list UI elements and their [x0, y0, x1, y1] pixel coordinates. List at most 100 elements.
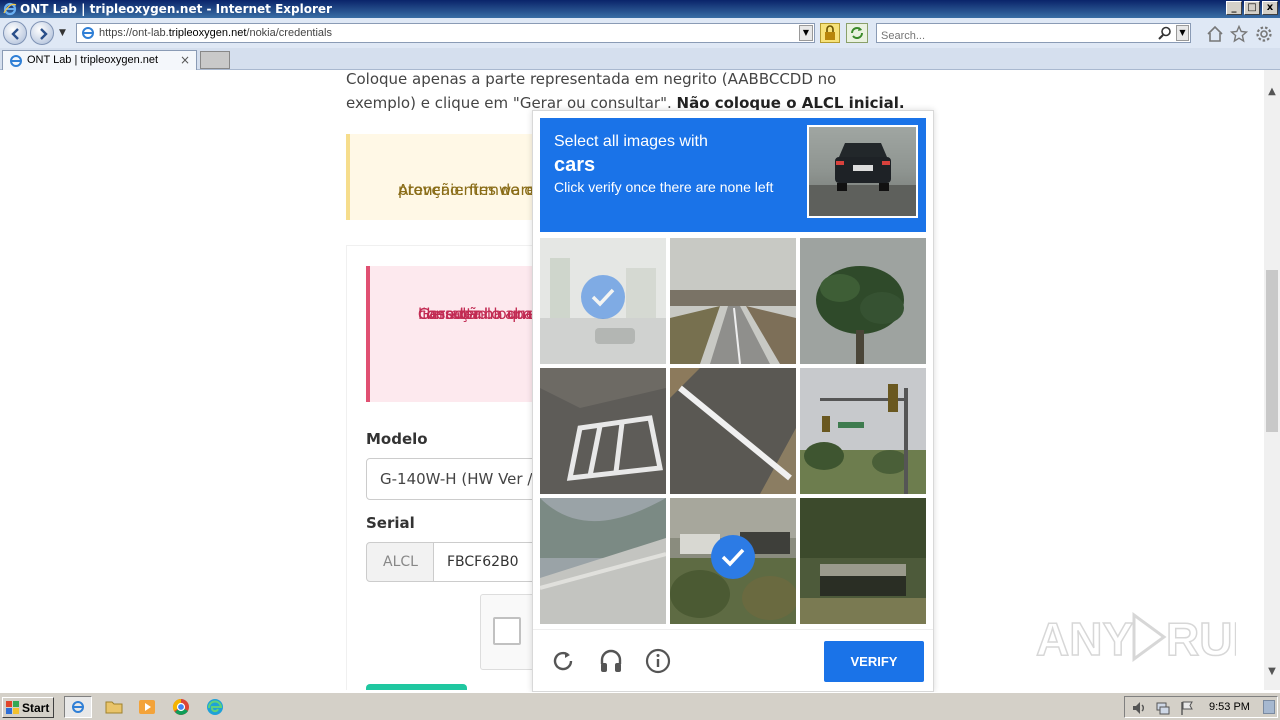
search-provider-dropdown-icon[interactable]: ▼ [1176, 25, 1189, 41]
audio-challenge-icon[interactable] [598, 648, 624, 674]
address-url[interactable]: https://ont-lab.tripleoxygen.net/nokia/c… [99, 27, 332, 39]
tab-ont-lab[interactable]: ONT Lab | tripleoxygen.net × [2, 50, 197, 70]
prompt-instruction: Click verify once there are none left [554, 179, 774, 195]
svg-text:RUN: RUN [1166, 613, 1236, 665]
address-bar[interactable]: https://ont-lab.tripleoxygen.net/nokia/c… [76, 23, 815, 43]
svg-text:ANY: ANY [1036, 613, 1133, 665]
favorites-star-icon[interactable] [1230, 25, 1248, 43]
ie-taskbar-icon [72, 701, 84, 713]
tile-overpass-hedge[interactable] [800, 498, 926, 624]
road-lines-image [670, 368, 796, 494]
media-player-icon[interactable] [137, 698, 157, 716]
maximize-button[interactable]: □ [1244, 1, 1260, 15]
selected-check-icon [711, 535, 755, 579]
search-box[interactable]: ▼ [876, 23, 1191, 45]
refresh-challenge-icon[interactable] [550, 648, 576, 674]
tile-crosswalk[interactable] [540, 368, 666, 494]
tab-ie-icon [10, 55, 22, 67]
url-path: /nokia/credentials [246, 27, 332, 39]
volume-icon[interactable] [1131, 700, 1147, 716]
page-scrollbar[interactable]: ▲ ▼ [1264, 70, 1280, 690]
tab-close-icon[interactable]: × [180, 53, 190, 67]
tile-bridge-structure[interactable] [540, 498, 666, 624]
traffic-light-image [800, 368, 926, 494]
action-center-flag-icon[interactable] [1179, 700, 1195, 716]
palm-tree-image [800, 238, 926, 364]
serial-prefix-text: ALCL [383, 554, 418, 570]
forward-button[interactable] [30, 21, 54, 45]
window-controls: _ □ x [1226, 1, 1278, 15]
network-icon[interactable] [1155, 700, 1171, 716]
chrome-icon[interactable] [171, 698, 191, 716]
tab-label: ONT Lab | tripleoxygen.net [27, 54, 159, 66]
overpass-hedge-image [800, 498, 926, 624]
history-dropdown-icon[interactable]: ▼ [59, 28, 66, 38]
tile-traffic-light[interactable] [800, 368, 926, 494]
refresh-icon [851, 27, 863, 39]
anyrun-watermark-logo: ANY RUN [1036, 612, 1236, 666]
captcha-checkbox[interactable] [493, 617, 521, 645]
bridge-structure-image [540, 498, 666, 624]
close-window-button[interactable]: x [1262, 1, 1278, 15]
security-lock-icon[interactable] [820, 23, 840, 43]
system-tray: 9:53 PM [1124, 696, 1278, 718]
info-icon[interactable] [645, 648, 671, 674]
tile-road-overpass[interactable] [670, 238, 796, 364]
page-ie-icon [82, 27, 94, 39]
window-title: ONT Lab | tripleoxygen.net - Internet Ex… [20, 2, 332, 16]
verify-button[interactable]: VERIFY [824, 641, 924, 682]
serial-label: Serial [366, 514, 415, 532]
start-label: Start [22, 701, 50, 715]
captcha-footer: VERIFY [533, 629, 933, 691]
serial-input-value: FBCF62B0 [447, 554, 519, 570]
url-prefix: https://ont-lab. [99, 27, 169, 39]
search-icon[interactable] [1158, 26, 1172, 40]
selected-check-icon [581, 275, 625, 319]
tile-car-bushes[interactable] [670, 498, 796, 624]
captcha-challenge: Select all images with cars Click verify… [532, 110, 934, 692]
new-tab-button[interactable] [200, 51, 230, 69]
home-icon[interactable] [1206, 25, 1224, 43]
back-button[interactable] [3, 21, 27, 45]
address-dropdown-icon[interactable]: ▼ [799, 25, 813, 41]
start-button[interactable]: Start [2, 697, 54, 718]
road-overpass-image [670, 238, 796, 364]
back-arrow-icon [11, 28, 19, 40]
edge-icon[interactable] [205, 698, 225, 716]
model-label: Modelo [366, 430, 428, 448]
captcha-header: Select all images with cars Click verify… [540, 118, 926, 232]
search-input[interactable] [877, 27, 1147, 45]
scroll-thumb[interactable] [1266, 270, 1278, 432]
folder-icon[interactable] [104, 698, 124, 716]
show-desktop-button[interactable] [1263, 700, 1275, 714]
serial-prefix-addon: ALCL [366, 542, 434, 582]
sample-car-icon [809, 143, 916, 216]
tile-parking-lot[interactable] [540, 238, 666, 364]
url-domain: tripleoxygen.net [168, 27, 247, 39]
taskbar-ie-button[interactable] [64, 696, 92, 718]
taskbar-clock: 9:53 PM [1209, 701, 1250, 713]
refresh-button[interactable] [846, 23, 868, 43]
taskbar: Start 9:53 PM [0, 692, 1280, 720]
tab-strip: ONT Lab | tripleoxygen.net × [0, 48, 1280, 70]
prompt-target: cars [554, 154, 596, 176]
navigation-bar: ▼ https://ont-lab.tripleoxygen.net/nokia… [0, 18, 1280, 48]
intro-text: Coloque apenas a parte representada em n… [346, 70, 906, 115]
windows-flag-icon [6, 701, 19, 714]
tile-palm-tree[interactable] [800, 238, 926, 364]
captcha-sample-image [807, 125, 918, 218]
model-selected-value: G-140W-H (HW Ver / [380, 470, 533, 488]
crosswalk-image [540, 368, 666, 494]
captcha-prompt: Select all images with cars Click verify… [554, 132, 773, 196]
captcha-image-grid [540, 238, 926, 624]
scroll-up-icon[interactable]: ▲ [1264, 84, 1280, 100]
forward-arrow-icon [40, 28, 48, 40]
minimize-button[interactable]: _ [1226, 1, 1242, 15]
window-titlebar: ONT Lab | tripleoxygen.net - Internet Ex… [0, 0, 1280, 18]
tile-road-lines[interactable] [670, 368, 796, 494]
generate-button[interactable] [366, 684, 467, 690]
ie-logo-icon [3, 2, 17, 16]
prompt-line-1: Select all images with [554, 133, 708, 150]
scroll-down-icon[interactable]: ▼ [1264, 664, 1280, 680]
settings-gear-icon[interactable] [1255, 25, 1273, 43]
